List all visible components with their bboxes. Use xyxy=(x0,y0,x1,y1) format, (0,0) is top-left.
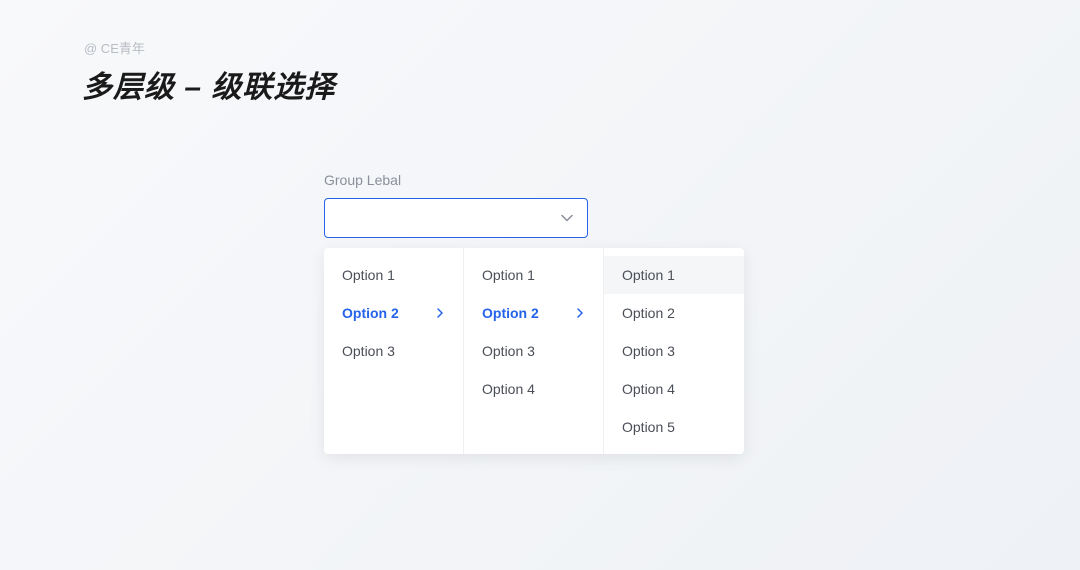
chevron-down-icon xyxy=(561,212,573,224)
cascader-column: Option 1 Option 2 Option 3 xyxy=(324,248,464,454)
cascader-column: Option 1 Option 2 Option 3 Option 4 Option 5 xyxy=(604,248,744,454)
page-title: 多层级 – 级联选择 xyxy=(82,62,335,106)
option-label: Option 5 xyxy=(622,419,675,435)
cascader-input[interactable] xyxy=(324,198,588,238)
cascader-option[interactable]: Option 2 xyxy=(464,294,603,332)
cascader-option[interactable]: Option 3 xyxy=(464,332,603,370)
cascader-option[interactable]: Option 3 xyxy=(324,332,463,370)
cascader-option[interactable]: Option 4 xyxy=(604,370,744,408)
option-label: Option 3 xyxy=(622,343,675,359)
cascader-option[interactable]: Option 2 xyxy=(604,294,744,332)
cascader-option[interactable]: Option 1 xyxy=(464,256,603,294)
credit-text: @ CE青年 xyxy=(84,38,145,57)
cascader-option[interactable]: Option 3 xyxy=(604,332,744,370)
option-label: Option 1 xyxy=(342,267,395,283)
cascader-form: Group Lebal xyxy=(324,172,588,238)
option-label: Option 2 xyxy=(622,305,675,321)
option-label: Option 3 xyxy=(482,343,535,359)
cascader-option[interactable]: Option 2 xyxy=(324,294,463,332)
option-label: Option 4 xyxy=(622,381,675,397)
cascader-dropdown: Option 1 Option 2 Option 3 Option 1 Option 2… xyxy=(324,248,744,454)
chevron-right-icon xyxy=(575,308,585,318)
option-label: Option 1 xyxy=(622,267,675,283)
cascader-option[interactable]: Option 1 xyxy=(324,256,463,294)
option-label: Option 2 xyxy=(482,305,539,321)
cascader-column: Option 1 Option 2 Option 3 Option 4 xyxy=(464,248,604,454)
option-label: Option 4 xyxy=(482,381,535,397)
option-label: Option 1 xyxy=(482,267,535,283)
chevron-right-icon xyxy=(435,308,445,318)
cascader-option[interactable]: Option 5 xyxy=(604,408,744,446)
option-label: Option 2 xyxy=(342,305,399,321)
field-label: Group Lebal xyxy=(324,172,588,188)
option-label: Option 3 xyxy=(342,343,395,359)
cascader-option[interactable]: Option 1 xyxy=(604,256,744,294)
cascader-option[interactable]: Option 4 xyxy=(464,370,603,408)
